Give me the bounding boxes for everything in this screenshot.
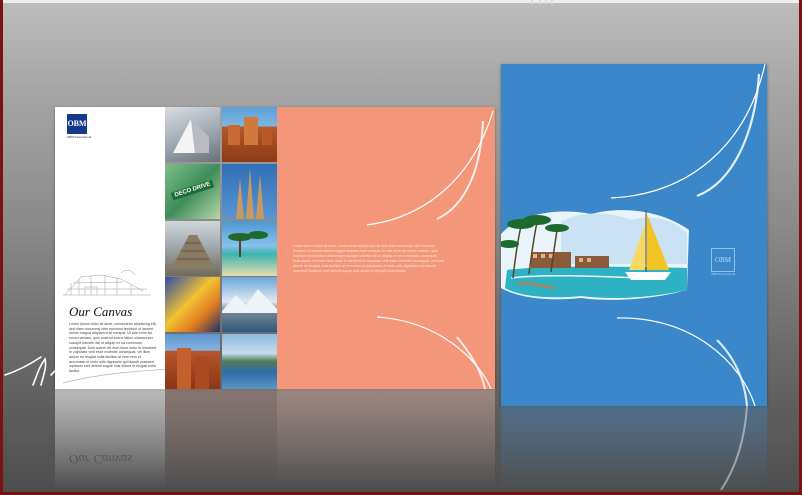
logo-tagline: OBM International [711, 272, 736, 276]
photo-snowy-mountains [222, 277, 277, 333]
photo-tropical-beach [222, 220, 277, 276]
logo-tagline: OBM International [67, 135, 92, 139]
signature-scribble [4, 350, 172, 386]
photo-modern-building [165, 107, 220, 162]
top-edge-marks [531, 0, 571, 4]
building-sketch-illustration [63, 270, 151, 296]
brochure-spread-left: OBM OBM International Our Canvas Lorem i… [4, 107, 495, 389]
photo-lake-village [222, 334, 277, 389]
panel-body-text: Lorem ipsum dolor sit amet, consectetur … [293, 244, 445, 273]
reflection-curves [720, 406, 748, 490]
presentation-stage: OBM OBM International Our Canvas Lorem i… [3, 0, 799, 492]
obm-logo-watermark: OBM [711, 248, 735, 272]
reflection-title: Our Canvas [69, 452, 133, 467]
photo-red-castle [165, 334, 220, 389]
brochure-left-reflection: Our Canvas [55, 389, 495, 489]
photo-grid: DECO DRIVE [165, 107, 277, 389]
photo-adobe-fortress [222, 107, 277, 162]
brochure-white-panel: OBM OBM International Our Canvas Lorem i… [4, 107, 172, 389]
resort-sailboat-illustration [501, 210, 689, 300]
reflection-sheen [55, 389, 495, 489]
top-highlight-bar [3, 0, 799, 3]
photo-mayan-pyramid [165, 220, 220, 276]
photo-cathedral-spires [222, 163, 277, 219]
obm-logo: OBM [67, 114, 87, 134]
brochure-blue-cover: OBM OBM International [501, 64, 767, 406]
photo-abstract-architecture [165, 277, 220, 333]
brochure-salmon-panel: Lorem ipsum dolor sit amet, consectetur … [277, 107, 495, 389]
brochure-right-reflection [501, 406, 767, 490]
street-sign-text: DECO DRIVE [170, 179, 215, 201]
photo-street-sign: DECO DRIVE [165, 163, 220, 219]
brochure-title: Our Canvas [69, 304, 133, 319]
